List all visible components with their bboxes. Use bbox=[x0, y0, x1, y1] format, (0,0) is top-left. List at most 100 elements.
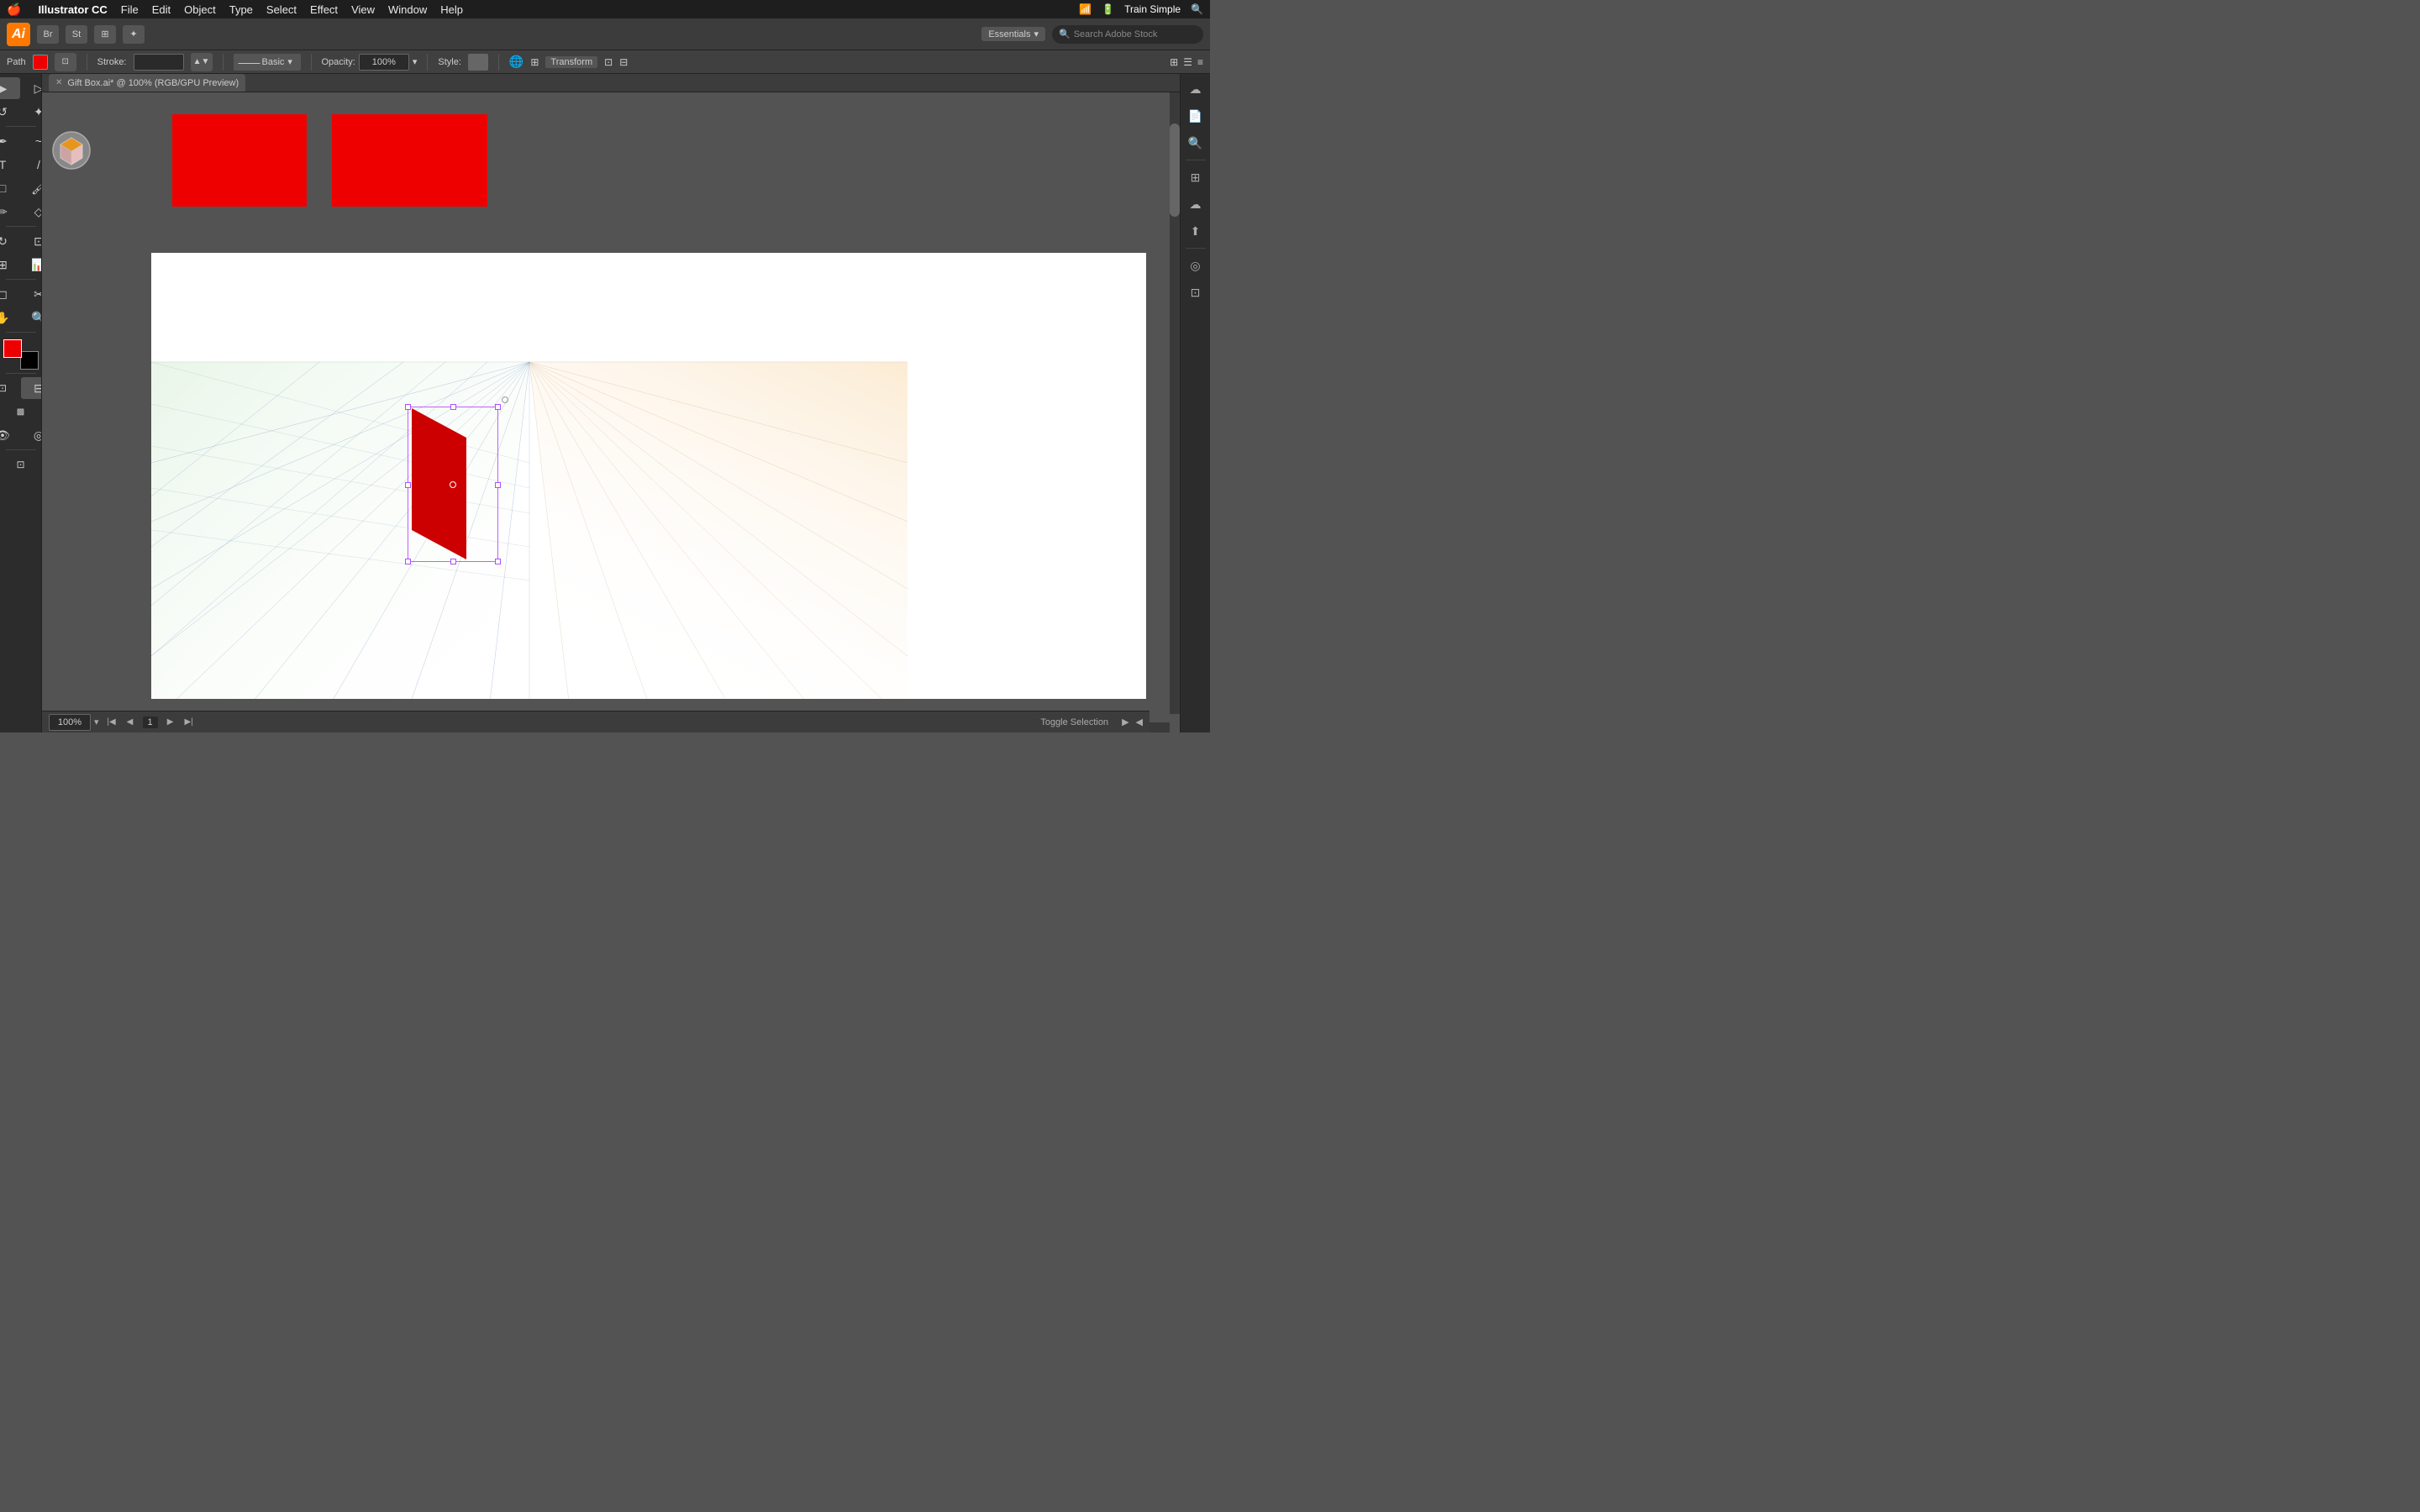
handle-middle-right[interactable] bbox=[495, 482, 501, 488]
collapse-icon[interactable]: ◀ bbox=[1136, 717, 1143, 727]
normal-mode[interactable]: ⊡ bbox=[0, 377, 20, 399]
fill-color-swatch[interactable] bbox=[33, 55, 48, 70]
close-icon[interactable]: ✕ bbox=[55, 78, 62, 87]
globe-icon[interactable]: 🌐 bbox=[509, 55, 523, 69]
panel-search[interactable]: 🔍 bbox=[1184, 131, 1207, 155]
handle-top-right[interactable] bbox=[495, 404, 501, 410]
stroke-style-select[interactable]: —— Basic ▾ bbox=[234, 54, 301, 71]
free-transform-tool[interactable]: ⊞ bbox=[0, 254, 20, 276]
menu-icon[interactable]: ≡ bbox=[1197, 56, 1203, 68]
essentials-button[interactable]: Essentials ▾ bbox=[981, 27, 1045, 41]
search-stock-field[interactable]: 🔍 Search Adobe Stock bbox=[1052, 25, 1203, 44]
apple-menu[interactable]: 🍎 bbox=[7, 3, 21, 17]
curvature-tool[interactable]: ~ bbox=[21, 130, 42, 152]
rotation-handle[interactable] bbox=[502, 396, 508, 403]
magic-wand-tool[interactable]: ✦ bbox=[21, 101, 42, 123]
eye-dropper-tool[interactable]: 👁 bbox=[0, 424, 20, 446]
next-frame-btn[interactable]: ▶ bbox=[165, 717, 176, 728]
selection-tool[interactable]: ▶ bbox=[0, 77, 20, 99]
shaper-tool[interactable]: ◇ bbox=[21, 201, 42, 223]
handle-bottom-middle[interactable] bbox=[450, 559, 456, 564]
zoom-input[interactable]: 100% bbox=[49, 714, 91, 731]
align-icon[interactable]: ⊡ bbox=[604, 56, 613, 68]
next-page-btn[interactable]: ▶| bbox=[183, 717, 195, 728]
grid-btn[interactable]: ⊞ bbox=[94, 25, 116, 44]
panel-layers[interactable]: ⊞ bbox=[1184, 165, 1207, 189]
scissors-tool[interactable]: ✂ bbox=[21, 283, 42, 305]
prev-page-btn[interactable]: |◀ bbox=[106, 717, 118, 728]
panel-libraries[interactable]: ☁ bbox=[1184, 192, 1207, 216]
list-view-icon[interactable]: ☰ bbox=[1183, 56, 1192, 68]
star-btn[interactable]: ✦ bbox=[123, 25, 145, 44]
vertical-scrollbar[interactable] bbox=[1170, 92, 1180, 714]
rect-tools-row: □ 🖌 bbox=[0, 177, 42, 199]
pencil-tool[interactable]: ✏ bbox=[0, 201, 20, 223]
menu-type[interactable]: Type bbox=[229, 3, 253, 16]
handle-bottom-right[interactable] bbox=[495, 559, 501, 564]
panel-cc-libraries[interactable]: ☁ bbox=[1184, 77, 1207, 101]
handle-top-middle[interactable] bbox=[450, 404, 456, 410]
panel-art-styles[interactable]: ◎ bbox=[1184, 254, 1207, 277]
stroke-swatch[interactable] bbox=[20, 351, 39, 370]
panel-links[interactable]: ⊡ bbox=[1184, 281, 1207, 304]
vertical-scrollbar-thumb[interactable] bbox=[1170, 123, 1180, 217]
style-swatch[interactable] bbox=[468, 54, 488, 71]
bridge-btn[interactable]: Br bbox=[37, 25, 59, 44]
search-menu-icon[interactable]: 🔍 bbox=[1191, 3, 1203, 15]
menu-window[interactable]: Window bbox=[388, 3, 427, 16]
type-tool[interactable]: T bbox=[0, 154, 20, 176]
measure-tool[interactable]: ◎ bbox=[21, 424, 42, 446]
grid-view-icon[interactable]: ⊞ bbox=[1170, 56, 1178, 68]
rotate-tool[interactable]: ↻ bbox=[0, 230, 20, 252]
gradient-mode[interactable]: ▩ bbox=[3, 401, 39, 423]
prev-frame-btn[interactable]: ◀ bbox=[124, 717, 136, 728]
pen-tool[interactable]: ✒ bbox=[0, 130, 20, 152]
warp-tool[interactable]: ↺ bbox=[0, 101, 20, 123]
eraser-tool[interactable]: ◻ bbox=[0, 283, 20, 305]
rotate-tools-row: ↻ ⊡ bbox=[0, 230, 42, 252]
panel-properties[interactable]: 📄 bbox=[1184, 104, 1207, 128]
pen-tools-row: ✒ ~ bbox=[0, 130, 42, 152]
stock-btn[interactable]: St bbox=[66, 25, 87, 44]
draw-inside-mode[interactable]: ⊟ bbox=[21, 377, 42, 399]
selection-tools-row: ▶ ▷ bbox=[0, 77, 42, 99]
distribute-icon[interactable]: ⊟ bbox=[619, 56, 628, 68]
menu-help[interactable]: Help bbox=[440, 3, 463, 16]
rectangle-tool[interactable]: □ bbox=[0, 177, 20, 199]
zoom-tool[interactable]: 🔍 bbox=[21, 307, 42, 328]
scale-tool[interactable]: ⊡ bbox=[21, 230, 42, 252]
color-swatches[interactable] bbox=[3, 339, 39, 370]
direct-selection-tool[interactable]: ▷ bbox=[21, 77, 42, 99]
canvas-area[interactable]: ✕ Gift Box.ai* @ 100% (RGB/GPU Preview) bbox=[42, 74, 1180, 732]
stroke-stepper-up[interactable]: ▲▼ bbox=[191, 53, 213, 71]
expand-icon[interactable]: ▶ bbox=[1122, 717, 1128, 727]
transform-btn[interactable]: Transform bbox=[545, 56, 597, 68]
handle-middle-left[interactable] bbox=[405, 482, 411, 488]
paintbrush-tool[interactable]: 🖌 bbox=[21, 177, 42, 199]
handle-bottom-left[interactable] bbox=[405, 559, 411, 564]
handle-top-left[interactable] bbox=[405, 404, 411, 410]
menu-select[interactable]: Select bbox=[266, 3, 297, 16]
zoom-chevron-icon: ▾ bbox=[94, 717, 99, 727]
panel-export[interactable]: ⬆ bbox=[1184, 219, 1207, 243]
path-label: Path bbox=[7, 57, 26, 67]
fill-swatch[interactable] bbox=[3, 339, 22, 358]
menu-edit[interactable]: Edit bbox=[152, 3, 171, 16]
menu-effect[interactable]: Effect bbox=[310, 3, 338, 16]
toolbox: ▶ ▷ ↺ ✦ ✒ ~ T / □ 🖌 ✏ ◇ ↻ ⊡ ⊞ bbox=[0, 74, 42, 732]
page-number[interactable]: 1 bbox=[143, 717, 158, 728]
art-board-tool[interactable]: ⊡ bbox=[3, 454, 39, 475]
menu-view[interactable]: View bbox=[351, 3, 375, 16]
stroke-mode-btn[interactable]: ⊡ bbox=[55, 53, 76, 71]
hand-tool[interactable]: ✋ bbox=[0, 307, 20, 328]
opacity-input[interactable]: 100% bbox=[359, 54, 409, 71]
appearance-tools-row: ■ ▩ ⊠ bbox=[0, 401, 42, 423]
stroke-value-input[interactable] bbox=[134, 54, 184, 71]
document-tab[interactable]: ✕ Gift Box.ai* @ 100% (RGB/GPU Preview) bbox=[49, 74, 245, 92]
transform-grid-icon[interactable]: ⊞ bbox=[530, 56, 539, 68]
line-tool[interactable]: / bbox=[21, 154, 42, 176]
menu-object[interactable]: Object bbox=[184, 3, 216, 16]
menu-file[interactable]: File bbox=[121, 3, 139, 16]
chart-tool[interactable]: 📊 bbox=[21, 254, 42, 276]
color-mode[interactable]: ■ bbox=[0, 401, 3, 423]
